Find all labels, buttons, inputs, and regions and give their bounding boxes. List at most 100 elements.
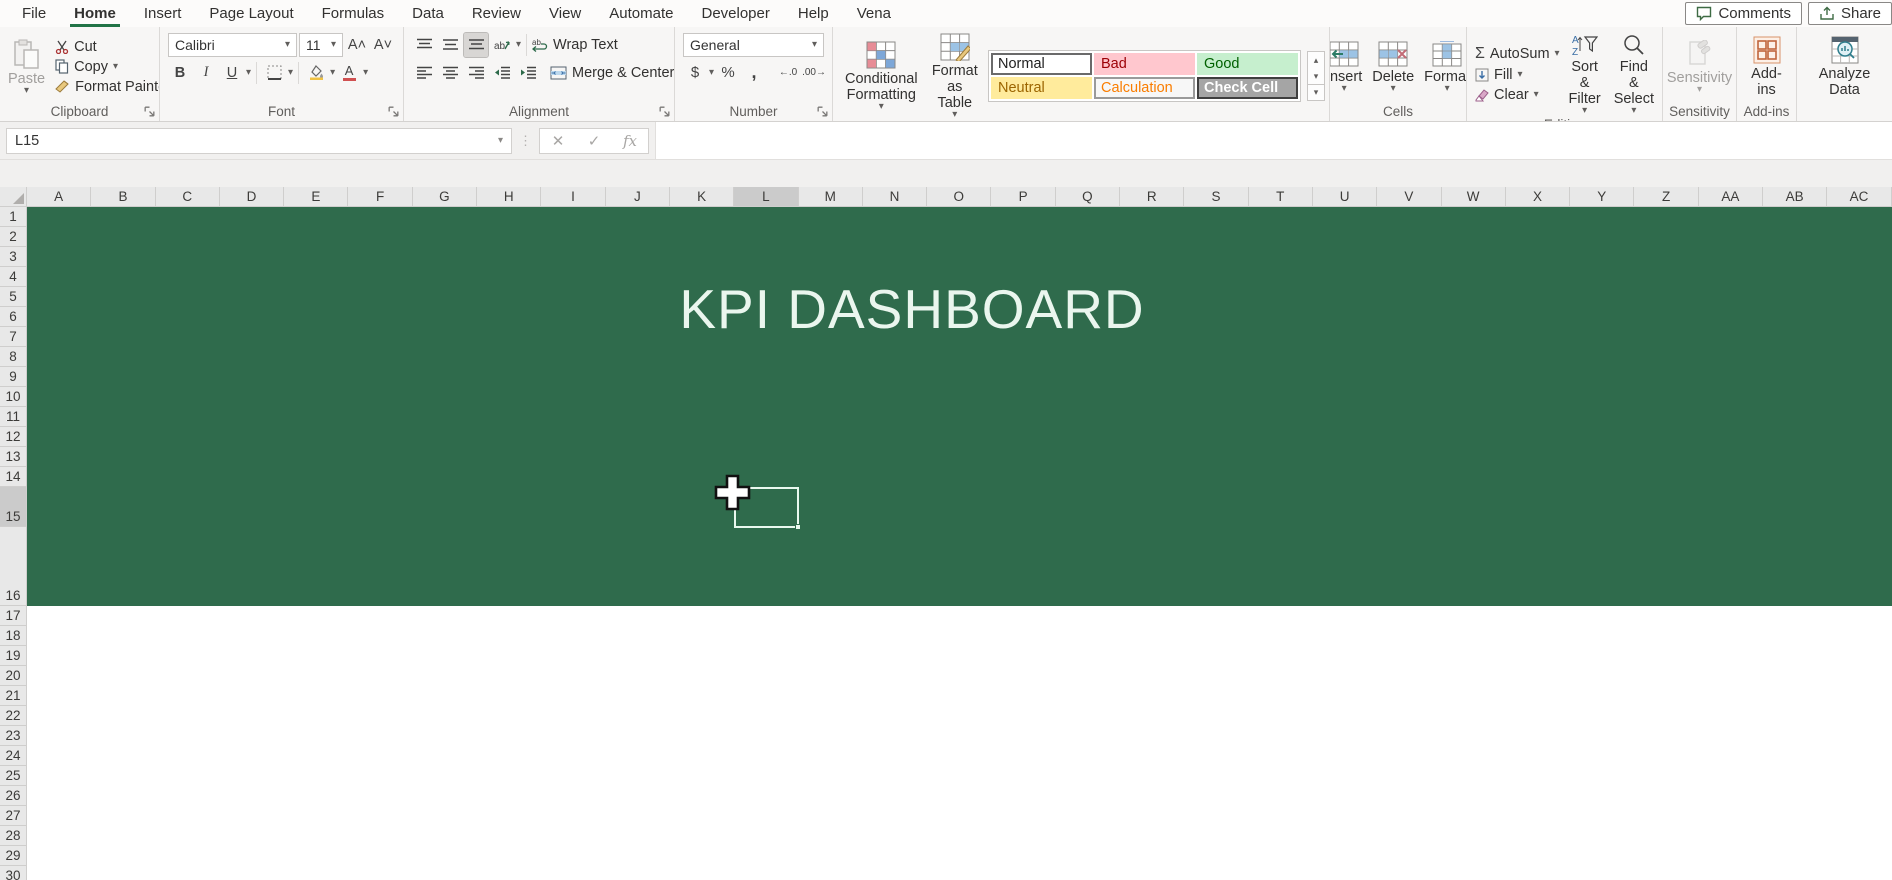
format-cells-button[interactable]: Format ▾ — [1420, 39, 1466, 95]
align-center-button[interactable] — [438, 61, 462, 85]
column-header-D[interactable]: D — [219, 187, 285, 207]
insert-function-icon[interactable]: fx — [612, 129, 648, 153]
analyze-data-button[interactable]: Analyze Data — [1801, 34, 1888, 100]
column-header-J[interactable]: J — [605, 187, 670, 207]
row-header-3[interactable]: 3 — [0, 247, 27, 267]
increase-indent-button[interactable] — [516, 61, 540, 85]
name-box[interactable]: L15 ▾ — [6, 127, 512, 154]
cell-style-calculation[interactable]: Calculation — [1094, 77, 1195, 99]
top-align-button[interactable] — [412, 33, 436, 57]
clipboard-dialog-launcher-icon[interactable] — [143, 105, 156, 118]
name-box-dropdown-icon[interactable]: ▾ — [498, 135, 503, 146]
row-header-16[interactable]: 16 — [0, 527, 27, 606]
borders-dropdown-icon[interactable]: ▾ — [288, 67, 293, 77]
paste-button[interactable]: Paste ▾ — [4, 37, 49, 97]
percent-style-button[interactable]: % — [716, 61, 740, 85]
delete-cells-button[interactable]: Delete ▾ — [1368, 39, 1418, 95]
orientation-button[interactable]: ab — [490, 33, 514, 57]
sensitivity-button[interactable]: Sensitivity ▾ — [1663, 38, 1736, 96]
row-header-11[interactable]: 11 — [0, 407, 27, 427]
column-header-A[interactable]: A — [27, 187, 92, 207]
column-header-F[interactable]: F — [348, 187, 413, 207]
addins-button[interactable]: Add-ins — [1741, 34, 1792, 100]
row-header-17[interactable]: 17 — [0, 606, 27, 626]
row-header-1[interactable]: 1 — [0, 207, 27, 227]
align-left-button[interactable] — [412, 61, 436, 85]
column-header-L[interactable]: L — [734, 187, 799, 207]
row-header-15[interactable]: 15 — [0, 487, 27, 527]
column-header-Y[interactable]: Y — [1570, 187, 1635, 207]
paste-dropdown-icon[interactable]: ▾ — [24, 85, 29, 95]
tab-automate[interactable]: Automate — [595, 0, 687, 27]
autosum-dropdown-icon[interactable]: ▾ — [1555, 49, 1560, 59]
copy-button[interactable]: Copy ▾ — [55, 59, 159, 75]
sort-filter-button[interactable]: AZ Sort & Filter ▾ — [1564, 31, 1606, 117]
underline-button[interactable]: U — [220, 61, 244, 85]
tab-insert[interactable]: Insert — [130, 0, 196, 27]
cell-style-neutral[interactable]: Neutral — [991, 77, 1092, 99]
row-header-4[interactable]: 4 — [0, 267, 27, 287]
fill-button[interactable]: Fill ▾ — [1475, 67, 1560, 83]
fill-color-dropdown-icon[interactable]: ▾ — [330, 67, 335, 77]
column-header-V[interactable]: V — [1377, 187, 1442, 207]
fill-color-button[interactable] — [304, 61, 328, 85]
comma-style-button[interactable]: , — [742, 61, 766, 85]
row-header-2[interactable]: 2 — [0, 227, 27, 247]
column-header-C[interactable]: C — [155, 187, 220, 207]
row-header-24[interactable]: 24 — [0, 746, 27, 766]
cell-style-check-cell[interactable]: Check Cell — [1197, 77, 1298, 99]
clear-dropdown-icon[interactable]: ▾ — [1534, 90, 1539, 100]
grow-font-button[interactable]: A˄ — [345, 33, 369, 57]
cell-style-normal[interactable]: Normal — [991, 53, 1092, 75]
font-color-dropdown-icon[interactable]: ▾ — [363, 67, 368, 77]
row-header-18[interactable]: 18 — [0, 626, 27, 646]
tab-vena[interactable]: Vena — [843, 0, 905, 27]
shrink-font-button[interactable]: A˅ — [371, 33, 395, 57]
row-header-6[interactable]: 6 — [0, 307, 27, 327]
cut-button[interactable]: Cut — [55, 39, 159, 55]
column-header-T[interactable]: T — [1248, 187, 1313, 207]
number-dialog-launcher-icon[interactable] — [816, 105, 829, 118]
conditional-formatting-button[interactable]: Conditional Formatting ▾ — [841, 39, 922, 113]
column-header-O[interactable]: O — [927, 187, 992, 207]
tab-review[interactable]: Review — [458, 0, 535, 27]
row-header-10[interactable]: 10 — [0, 387, 27, 407]
italic-button[interactable]: I — [194, 61, 218, 85]
copy-dropdown-icon[interactable]: ▾ — [113, 61, 118, 71]
column-header-S[interactable]: S — [1184, 187, 1249, 207]
column-header-U[interactable]: U — [1312, 187, 1378, 207]
formula-input[interactable] — [655, 122, 1892, 159]
row-header-23[interactable]: 23 — [0, 726, 27, 746]
cell-style-good[interactable]: Good — [1197, 53, 1298, 75]
row-header-22[interactable]: 22 — [0, 706, 27, 726]
row-header-30[interactable]: 30 — [0, 866, 27, 880]
column-header-X[interactable]: X — [1505, 187, 1571, 207]
conditional-formatting-dropdown-icon[interactable]: ▾ — [879, 102, 884, 112]
tab-view[interactable]: View — [535, 0, 595, 27]
accounting-dropdown-icon[interactable]: ▾ — [709, 67, 714, 77]
column-header-R[interactable]: R — [1120, 187, 1185, 207]
accounting-format-button[interactable]: $ — [683, 61, 707, 85]
bold-button[interactable]: B — [168, 61, 192, 85]
cell-grid[interactable]: KPI DASHBOARD — [27, 207, 1892, 880]
merge-center-button[interactable]: Merge & Center ▾ — [550, 65, 674, 81]
row-header-28[interactable]: 28 — [0, 826, 27, 846]
formula-bar-resize-handle[interactable]: ⋮ — [519, 133, 532, 149]
tab-data[interactable]: Data — [398, 0, 458, 27]
column-header-W[interactable]: W — [1441, 187, 1506, 207]
gallery-more-icon[interactable]: ▾ — [1308, 84, 1324, 100]
column-header-N[interactable]: N — [862, 187, 928, 207]
font-size-select[interactable]: 11 ▾ — [299, 32, 343, 57]
tab-home[interactable]: Home — [60, 0, 130, 27]
middle-align-button[interactable] — [438, 33, 462, 57]
row-header-25[interactable]: 25 — [0, 766, 27, 786]
row-header-21[interactable]: 21 — [0, 686, 27, 706]
wrap-text-button[interactable]: ab Wrap Text — [532, 37, 618, 53]
row-header-27[interactable]: 27 — [0, 806, 27, 826]
find-select-dropdown-icon[interactable]: ▾ — [1631, 106, 1636, 116]
underline-dropdown-icon[interactable]: ▾ — [246, 67, 251, 77]
align-right-button[interactable] — [464, 61, 488, 85]
tab-page-layout[interactable]: Page Layout — [195, 0, 307, 27]
font-name-select[interactable]: Calibri ▾ — [168, 32, 297, 57]
gallery-down-icon[interactable]: ▾ — [1308, 68, 1324, 84]
